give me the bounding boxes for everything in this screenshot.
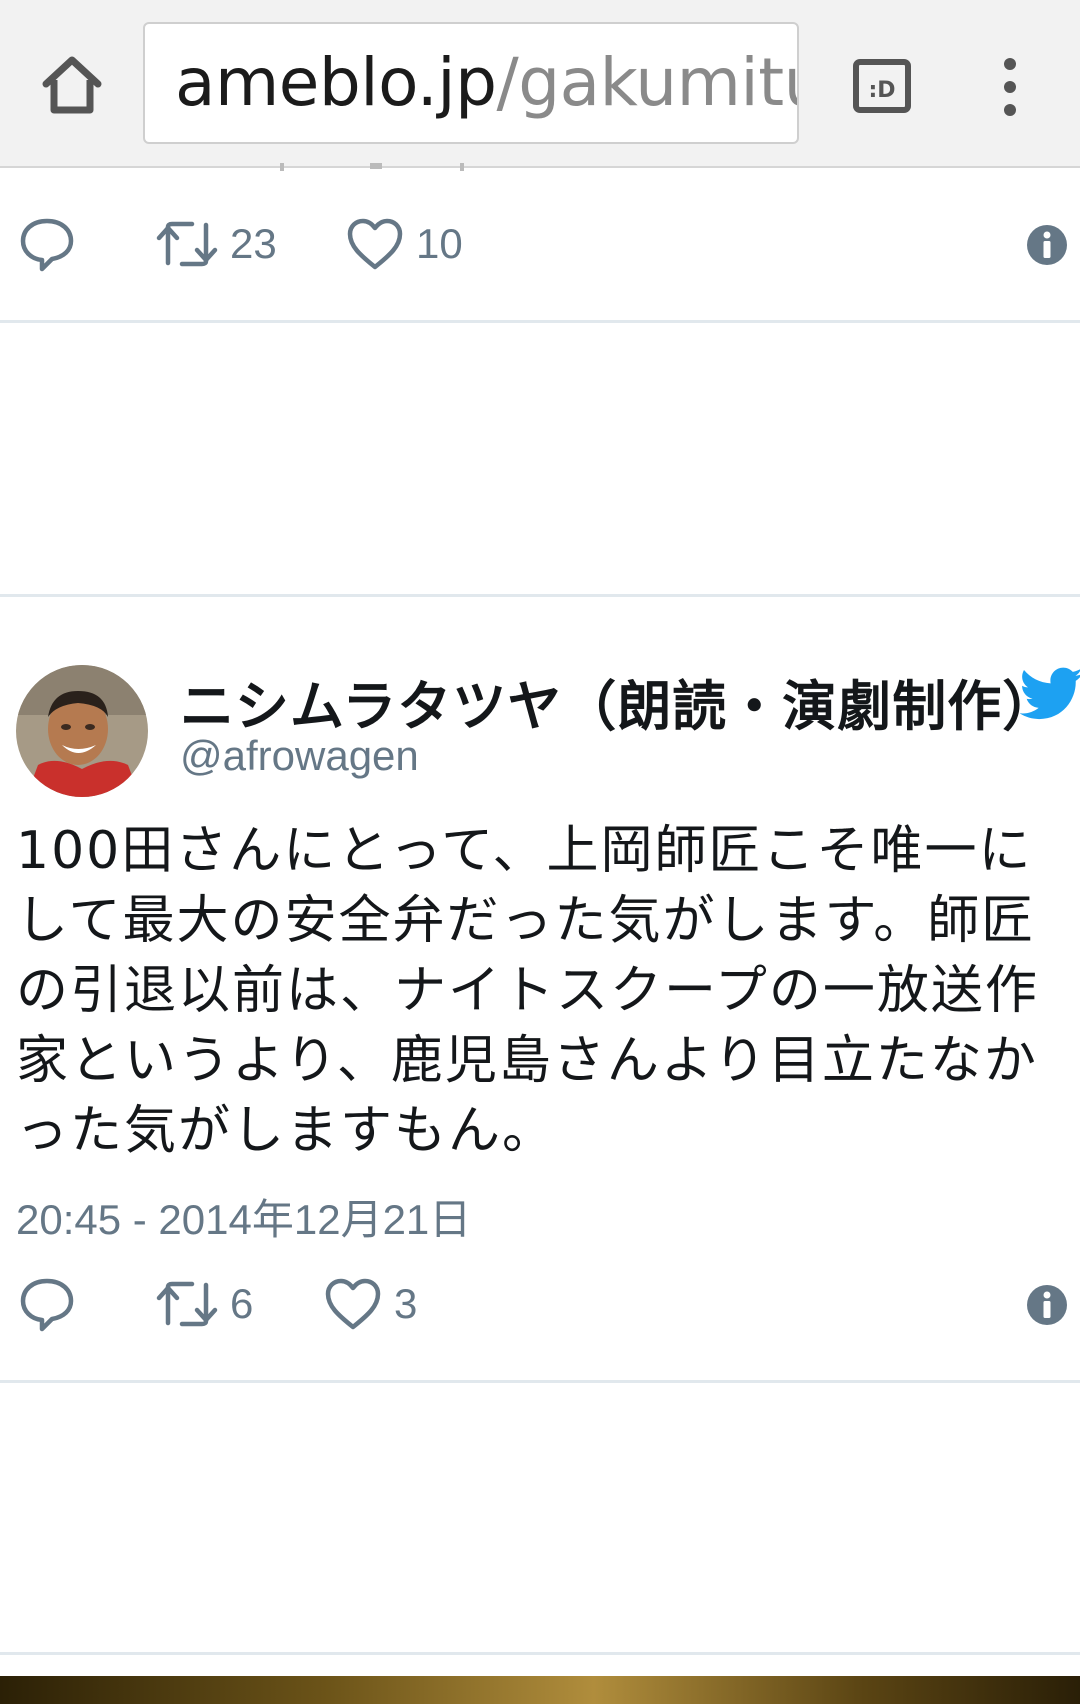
info-icon[interactable] xyxy=(1026,1284,1068,1326)
heart-icon xyxy=(347,218,403,270)
avatar[interactable] xyxy=(16,665,148,797)
reply-button[interactable] xyxy=(18,1264,76,1344)
tabs-label: :D xyxy=(868,78,895,103)
like-button[interactable]: 10 xyxy=(346,204,463,284)
tweet-text: 100田さんにとって、上岡師匠こそ唯一にして最大の安全弁だった気がします。師匠の… xyxy=(16,821,1039,1161)
like-count: 3 xyxy=(394,1280,418,1327)
retweet-count: 6 xyxy=(230,1280,254,1327)
display-name[interactable]: ニシムラタツヤ（朗読・演劇制作） xyxy=(180,662,1057,741)
reply-icon xyxy=(20,1278,74,1332)
divider xyxy=(0,1380,1080,1383)
reply-button[interactable] xyxy=(18,204,76,284)
previous-tweet-actions: 23 10 xyxy=(0,204,1080,284)
retweet-button[interactable]: 6 xyxy=(156,1264,253,1344)
tab-switcher-icon[interactable]: :D xyxy=(852,56,912,116)
retweet-button[interactable]: 23 xyxy=(156,204,277,284)
browser-toolbar: ameblo.jp/gakumitu :D xyxy=(0,0,1080,168)
tweet-actions: 6 3 xyxy=(0,1264,1080,1344)
divider xyxy=(0,1652,1080,1655)
like-count: 10 xyxy=(416,220,463,267)
like-button[interactable]: 3 xyxy=(324,1264,417,1344)
retweet-count: 23 xyxy=(230,220,277,267)
overflow-menu-icon[interactable] xyxy=(990,52,1030,122)
url-path: /gakumitu xyxy=(496,44,799,121)
divider xyxy=(0,594,1080,597)
url-host: ameblo.jp xyxy=(175,44,497,121)
user-handle[interactable]: @afrowagen xyxy=(180,732,419,780)
url-bar[interactable]: ameblo.jp/gakumitu xyxy=(143,22,799,144)
scrolled-text-remnant xyxy=(250,160,510,172)
retweet-icon xyxy=(156,221,218,267)
next-content-banner xyxy=(0,1676,1080,1704)
divider xyxy=(0,320,1080,323)
retweet-icon xyxy=(156,1281,218,1327)
heart-icon xyxy=(325,1278,381,1330)
reply-icon xyxy=(20,218,74,272)
home-icon[interactable] xyxy=(36,50,108,122)
tweet-timestamp[interactable]: 20:45 - 2014年12月21日 xyxy=(16,1186,471,1247)
info-icon[interactable] xyxy=(1026,224,1068,266)
twitter-bird-icon[interactable] xyxy=(1019,666,1080,722)
